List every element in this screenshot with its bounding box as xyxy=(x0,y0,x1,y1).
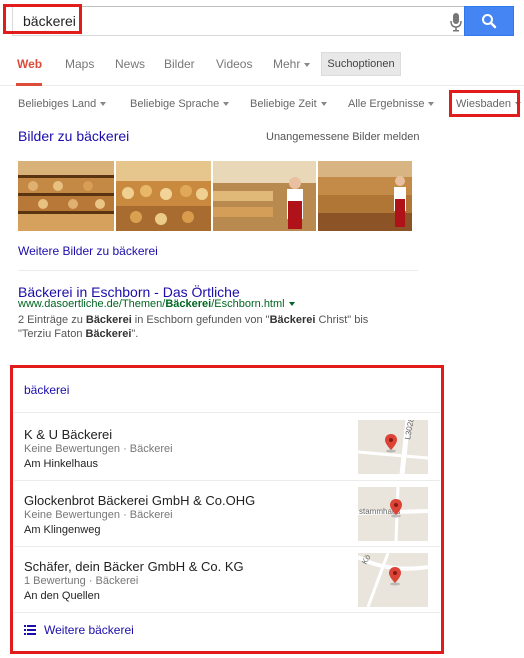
tab-videos[interactable]: Videos xyxy=(216,57,252,71)
business-name-link[interactable]: K & U Bäckerei xyxy=(24,427,112,442)
business-meta: 1 Bewertung · Bäckerei xyxy=(24,575,139,587)
tab-mehr-label: Mehr xyxy=(273,57,301,71)
filter-language[interactable]: Beliebige Sprache xyxy=(130,98,230,110)
more-images-link[interactable]: Weitere Bilder zu bäckerei xyxy=(18,244,158,258)
filter-language-label: Beliebige Sprache xyxy=(130,98,220,110)
divider xyxy=(14,412,440,413)
filter-time[interactable]: Beliebige Zeit xyxy=(250,98,327,110)
images-header-link[interactable]: Bilder zu bäckerei xyxy=(18,128,129,144)
chevron-down-icon xyxy=(428,102,435,107)
bakery-image-thumbnail[interactable] xyxy=(18,161,114,231)
tab-news[interactable]: News xyxy=(115,57,145,71)
chevron-down-icon[interactable] xyxy=(288,302,295,307)
business-map-thumbnail[interactable]: L3028 xyxy=(358,420,428,474)
tab-bilder[interactable]: Bilder xyxy=(164,57,195,71)
divider xyxy=(14,612,440,613)
tab-mehr[interactable]: Mehr xyxy=(273,57,311,71)
chevron-down-icon xyxy=(320,102,327,107)
bakery-image-thumbnail[interactable] xyxy=(318,161,412,231)
more-local-results-label: Weitere bäckerei xyxy=(44,623,134,637)
snippet-text: ". xyxy=(131,328,139,340)
list-icon xyxy=(24,625,36,635)
business-map-thumbnail[interactable]: Kö xyxy=(358,553,428,607)
result-url-suffix: /Eschborn.html xyxy=(211,298,285,310)
filter-country-label: Beliebiges Land xyxy=(18,98,97,110)
search-tabs: Web Maps News Bilder Videos Mehr Suchopt… xyxy=(0,44,524,86)
bakery-image-thumbnail[interactable] xyxy=(116,161,211,231)
result-url[interactable]: www.dasoertliche.de/Themen/Bäckerei/Esch… xyxy=(18,298,295,310)
business-address: An den Quellen xyxy=(24,590,100,602)
location-highlight-box xyxy=(449,90,520,117)
business-meta: Keine Bewertungen · Bäckerei xyxy=(24,509,173,521)
bakery-image-thumbnail[interactable] xyxy=(213,161,316,231)
search-bar: bäckerei xyxy=(12,6,514,36)
snippet-keyword: Bäckerei xyxy=(269,314,316,326)
business-map-thumbnail[interactable]: stammhaus xyxy=(358,487,428,541)
snippet-keyword: Bäckerei xyxy=(85,328,132,340)
filter-country[interactable]: Beliebiges Land xyxy=(18,98,107,110)
business-address: Am Hinkelhaus xyxy=(24,458,98,470)
filter-time-label: Beliebige Zeit xyxy=(250,98,317,110)
divider xyxy=(14,546,440,547)
result-url-keyword: Bäckerei xyxy=(165,298,212,310)
result-snippet: 2 Einträge zu Bäckerei in Eschborn gefun… xyxy=(18,313,398,341)
business-meta: Keine Bewertungen · Bäckerei xyxy=(24,443,173,455)
snippet-text: 2 Einträge zu xyxy=(18,314,86,326)
snippet-text: in Eschborn gefunden von " xyxy=(131,314,270,326)
chevron-down-icon xyxy=(223,102,230,107)
tab-maps[interactable]: Maps xyxy=(65,57,94,71)
filter-results[interactable]: Alle Ergebnisse xyxy=(348,98,435,110)
more-local-results-link[interactable]: Weitere bäckerei xyxy=(24,623,134,637)
report-images-link[interactable]: Unangemessene Bilder melden xyxy=(266,131,419,143)
snippet-keyword: Bäckerei xyxy=(85,314,132,326)
tab-web[interactable]: Web xyxy=(17,57,42,71)
local-results-title-link[interactable]: bäckerei xyxy=(24,383,69,397)
search-options-button[interactable]: Suchoptionen xyxy=(321,52,401,76)
search-button[interactable] xyxy=(464,6,514,36)
business-address: Am Klingenweg xyxy=(24,524,101,536)
search-icon xyxy=(482,14,497,29)
chevron-down-icon xyxy=(100,102,107,107)
active-tab-indicator xyxy=(16,83,42,86)
chevron-down-icon xyxy=(304,62,311,67)
business-name-link[interactable]: Glockenbrot Bäckerei GmbH & Co.OHG xyxy=(24,493,255,508)
microphone-icon[interactable] xyxy=(449,12,463,32)
divider xyxy=(14,480,440,481)
query-highlight-box xyxy=(3,4,82,34)
business-name-link[interactable]: Schäfer, dein Bäcker GmbH & Co. KG xyxy=(24,559,244,574)
result-url-prefix: www.dasoertliche.de/Themen/ xyxy=(18,298,166,310)
divider xyxy=(18,270,418,271)
filter-results-label: Alle Ergebnisse xyxy=(348,98,425,110)
